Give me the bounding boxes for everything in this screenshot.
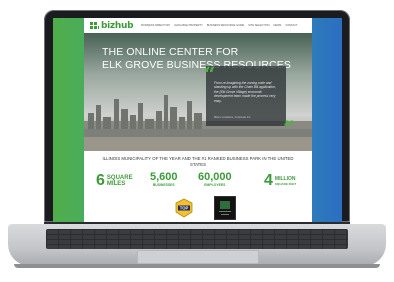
laptop-screen: bizhub Business Directory Available Prop…: [53, 18, 342, 224]
award-tagline: Illinois Municipality of the Year and th…: [102, 156, 294, 167]
testimonial-text: From re-imagining the zoning code and st…: [214, 81, 276, 103]
testimonial-author: Mike's Locations, Corporate Inc.: [214, 116, 251, 119]
nav-link-contact[interactable]: Contact: [285, 24, 297, 27]
laptop-trackpad: [137, 250, 259, 264]
stat-million-square-feet: 4 Million Square Feet: [264, 172, 297, 189]
nav-link-site-selection[interactable]: Site Selection: [248, 24, 269, 27]
stat-employees: 60,000 Employees: [198, 171, 232, 188]
stat-businesses: 5,600 Businesses: [150, 171, 178, 188]
stats-row: 6 Square Miles 5,600 Businesses 60,000 E…: [84, 172, 312, 194]
top-award-badge-icon: TOP: [175, 198, 193, 218]
laptop-keyboard: [46, 229, 348, 249]
site-logo[interactable]: bizhub: [90, 20, 134, 31]
nav-link-resource-guide[interactable]: Business Resource Guide: [207, 24, 244, 27]
nav-links: Business Directory Available Property Bu…: [141, 24, 297, 27]
logo-mark-icon: [90, 21, 99, 30]
nav-link-news[interactable]: News: [273, 24, 281, 27]
quote-close-icon: ”: [283, 116, 295, 140]
svg-text:TOP: TOP: [180, 206, 189, 211]
website: bizhub Business Directory Available Prop…: [84, 18, 312, 224]
nav-link-business-directory[interactable]: Business Directory: [141, 24, 170, 27]
stat-square-miles: 6 Square Miles: [96, 172, 133, 189]
top-navbar: bizhub Business Directory Available Prop…: [84, 18, 312, 33]
laptop-base-lip: [14, 264, 380, 268]
logo-text: bizhub: [101, 20, 134, 31]
award-plaque-image: [214, 196, 236, 220]
nav-link-available-property[interactable]: Available Property: [174, 24, 203, 27]
